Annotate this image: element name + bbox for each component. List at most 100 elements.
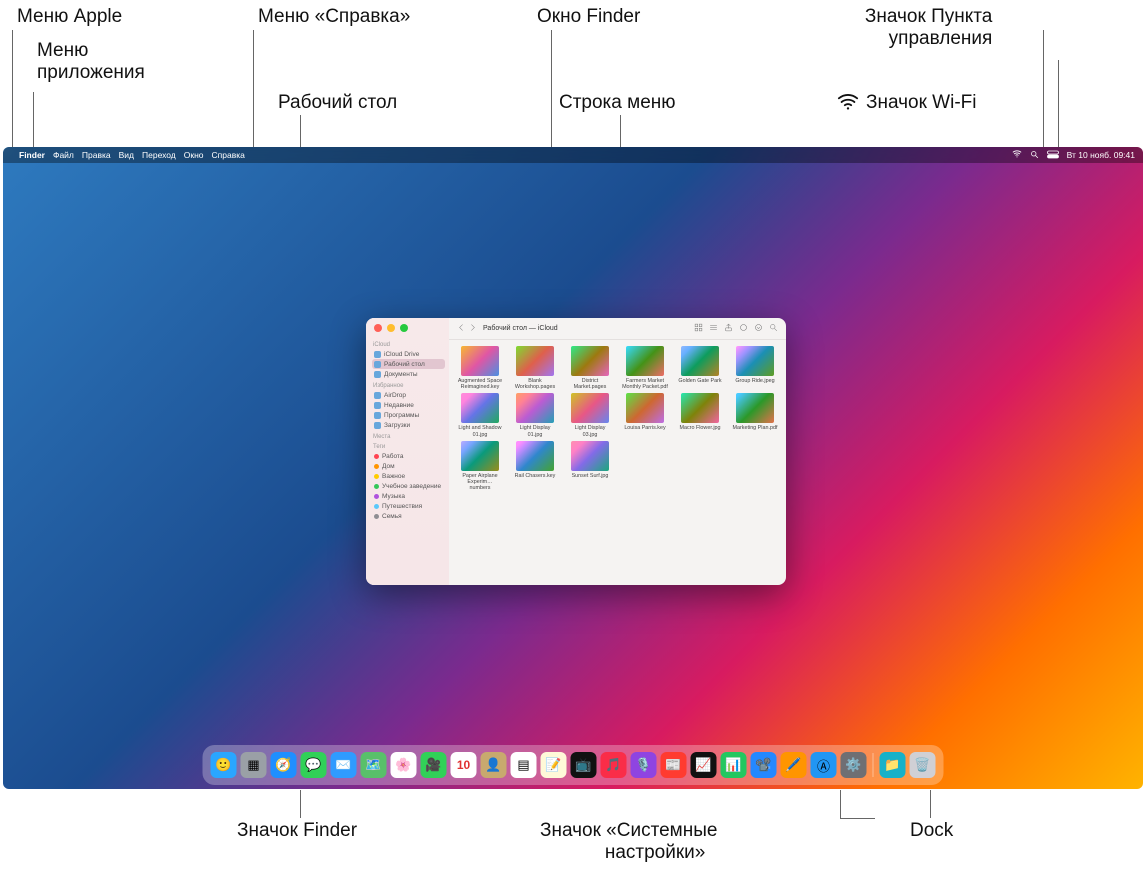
file-item[interactable]: Sunset Surf.jpg — [567, 441, 613, 492]
downloads-row[interactable]: Загрузки — [372, 420, 445, 430]
file-item[interactable]: Light Display 01.jpg — [512, 393, 558, 437]
nav-back-button[interactable] — [457, 323, 466, 334]
file-thumbnail — [736, 346, 774, 376]
dock-news-icon[interactable]: 📰 — [661, 752, 687, 778]
dock-system-preferences-icon[interactable]: ⚙️ — [841, 752, 867, 778]
sidebar-item-label: Дом — [382, 463, 395, 470]
callout-desktop: Рабочий стол — [278, 92, 397, 114]
dock-reminders-icon[interactable]: ▤ — [511, 752, 537, 778]
file-thumbnail — [461, 346, 499, 376]
sidebar-section-label: Места — [373, 434, 445, 440]
file-name: Farmers Market Monthly Packet.pdf — [622, 378, 668, 390]
file-name: Group Ride.jpeg — [732, 378, 778, 384]
file-item[interactable]: Rail Chasers.key — [512, 441, 558, 492]
view-groups-button[interactable] — [709, 323, 718, 334]
file-item[interactable]: Louisa Parris.key — [622, 393, 668, 437]
tag-family[interactable]: Семья — [372, 511, 445, 521]
sidebar-item-label: AirDrop — [384, 392, 406, 399]
zoom-button[interactable] — [400, 324, 408, 332]
minimize-button[interactable] — [387, 324, 395, 332]
file-item[interactable]: Paper Airplane Experim…numbers — [457, 441, 503, 492]
file-item[interactable]: Light and Shadow 01.jpg — [457, 393, 503, 437]
menu-file[interactable]: Файл — [53, 150, 74, 160]
dock-calendar-icon[interactable]: 10 — [451, 752, 477, 778]
action-button[interactable] — [754, 323, 763, 334]
dock-keynote-icon[interactable]: 📽️ — [751, 752, 777, 778]
tag-school[interactable]: Учебное заведение — [372, 481, 445, 491]
file-name: Blank Workshop.pages — [512, 378, 558, 390]
dock-podcasts-icon[interactable]: 🎙️ — [631, 752, 657, 778]
dock-finder-icon[interactable]: 🙂 — [211, 752, 237, 778]
callout-finder-icon: Значок Finder — [237, 820, 357, 842]
file-item[interactable]: District Market.pages — [567, 346, 613, 390]
recents-row[interactable]: Недавние — [372, 400, 445, 410]
callout-help-menu: Меню «Справка» — [258, 6, 410, 28]
file-item[interactable]: Farmers Market Monthly Packet.pdf — [622, 346, 668, 390]
sidebar-item-label: Важное — [382, 473, 405, 480]
finder-sidebar: iCloudiCloud DriveРабочий столДокументыИ… — [366, 318, 449, 585]
file-name: Sunset Surf.jpg — [567, 473, 613, 479]
dock-appstore-icon[interactable]: Ⓐ — [811, 752, 837, 778]
menu-window[interactable]: Окно — [184, 150, 204, 160]
dock-tv-icon[interactable]: 📺 — [571, 752, 597, 778]
dock-music-icon[interactable]: 🎵 — [601, 752, 627, 778]
dock-trash-icon[interactable]: 🗑️ — [910, 752, 936, 778]
menu-edit[interactable]: Правка — [82, 150, 111, 160]
tag-work[interactable]: Работа — [372, 451, 445, 461]
file-item[interactable]: Light Display 03.jpg — [567, 393, 613, 437]
nav-fwd-button[interactable] — [468, 323, 477, 334]
file-thumbnail — [461, 441, 499, 471]
dock-messages-icon[interactable]: 💬 — [301, 752, 327, 778]
dock-notes-icon[interactable]: 📝 — [541, 752, 567, 778]
spotlight-icon[interactable] — [1030, 150, 1039, 161]
sidebar-item-label: Загрузки — [384, 422, 410, 429]
share-button[interactable] — [724, 323, 733, 334]
dock-photos-icon[interactable]: 🌸 — [391, 752, 417, 778]
search-button[interactable] — [769, 323, 778, 334]
file-item[interactable]: Golden Gate Park — [677, 346, 723, 390]
dock-stocks-icon[interactable]: 📈 — [691, 752, 717, 778]
callout-app-menu: Меню приложения — [37, 40, 145, 84]
file-thumbnail — [571, 346, 609, 376]
airdrop-row[interactable]: AirDrop — [372, 390, 445, 400]
window-controls[interactable] — [374, 324, 408, 332]
file-item[interactable]: Marketing Plan.pdf — [732, 393, 778, 437]
apps-row[interactable]: Программы — [372, 410, 445, 420]
finder-window[interactable]: iCloudiCloud DriveРабочий столДокументыИ… — [366, 318, 786, 585]
menubar-clock[interactable]: Вт 10 нояб. 09:41 — [1067, 150, 1135, 160]
file-thumbnail — [516, 393, 554, 423]
dock-maps-icon[interactable]: 🗺️ — [361, 752, 387, 778]
desktop-row[interactable]: Рабочий стол — [372, 359, 445, 369]
wifi-icon[interactable] — [1012, 149, 1022, 161]
tag-travel[interactable]: Путешествия — [372, 501, 445, 511]
tag-home[interactable]: Дом — [372, 461, 445, 471]
dock-facetime-icon[interactable]: 🎥 — [421, 752, 447, 778]
dock-safari-icon[interactable]: 🧭 — [271, 752, 297, 778]
dock-mail-icon[interactable]: ✉️ — [331, 752, 357, 778]
file-item[interactable]: Augmented Space Reimagined.key — [457, 346, 503, 390]
dock-downloads-icon[interactable]: 📁 — [880, 752, 906, 778]
tags-button[interactable] — [739, 323, 748, 334]
dock-pages-icon[interactable]: 🖊️ — [781, 752, 807, 778]
control-center-icon[interactable] — [1047, 150, 1059, 161]
menu-view[interactable]: Вид — [119, 150, 134, 160]
documents-row[interactable]: Документы — [372, 369, 445, 379]
file-item[interactable]: Blank Workshop.pages — [512, 346, 558, 390]
file-item[interactable]: Macro Flower.jpg — [677, 393, 723, 437]
icloud-drive-row[interactable]: iCloud Drive — [372, 349, 445, 359]
file-item[interactable]: Group Ride.jpeg — [732, 346, 778, 390]
file-name: Paper Airplane Experim…numbers — [457, 473, 503, 492]
tag-music[interactable]: Музыка — [372, 491, 445, 501]
menu-go[interactable]: Переход — [142, 150, 176, 160]
close-button[interactable] — [374, 324, 382, 332]
dock-numbers-icon[interactable]: 📊 — [721, 752, 747, 778]
menu-help[interactable]: Справка — [212, 150, 245, 160]
tag-important[interactable]: Важное — [372, 471, 445, 481]
file-thumbnail — [681, 393, 719, 423]
dock-launchpad-icon[interactable]: ▦ — [241, 752, 267, 778]
dock-contacts-icon[interactable]: 👤 — [481, 752, 507, 778]
sidebar-item-label: Путешествия — [382, 503, 422, 510]
file-name: Light Display 03.jpg — [567, 425, 613, 437]
view-icons-button[interactable] — [694, 323, 703, 334]
app-menu[interactable]: Finder — [19, 150, 45, 160]
